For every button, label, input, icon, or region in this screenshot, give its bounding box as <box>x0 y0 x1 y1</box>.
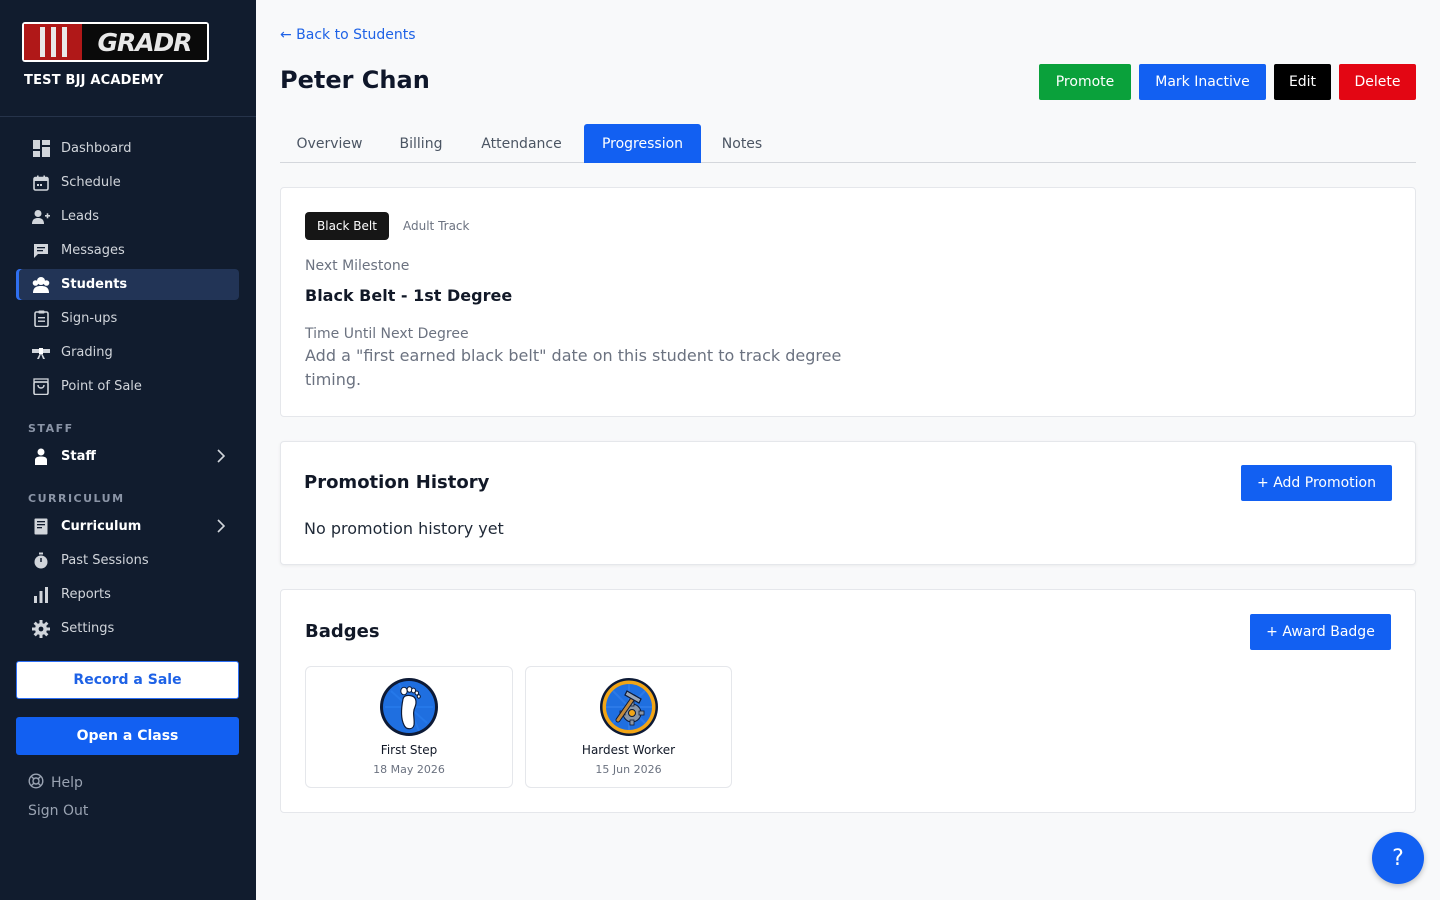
sidebar-item-schedule[interactable]: Schedule <box>16 167 239 198</box>
badge-name: Hardest Worker <box>581 743 676 757</box>
badge-date: 18 May 2026 <box>373 763 445 776</box>
calendar-icon <box>32 174 50 192</box>
badge-card[interactable]: First Step 18 May 2026 <box>305 666 513 788</box>
tab-overview[interactable]: Overview <box>280 124 379 163</box>
sidebar-item-label: Students <box>61 277 128 292</box>
track-label: Adult Track <box>403 219 470 233</box>
promotion-history-title: Promotion History <box>304 472 490 493</box>
tab-notes[interactable]: Notes <box>706 124 778 163</box>
gear-icon <box>32 619 50 638</box>
help-link[interactable]: Help <box>28 773 83 793</box>
sidebar-item-sign-ups[interactable]: Sign-ups <box>16 303 239 334</box>
sidebar-item-label: Schedule <box>61 175 121 190</box>
help-icon <box>28 773 44 793</box>
sidebar-item-label: Point of Sale <box>61 379 142 394</box>
promotion-history-card: Promotion History + Add Promotion No pro… <box>280 441 1416 565</box>
footprint-icon <box>379 677 439 737</box>
sidebar-item-label: Sign-ups <box>61 311 118 326</box>
sidebar-item-label: Reports <box>61 587 111 602</box>
tab-attendance[interactable]: Attendance <box>464 124 579 163</box>
sidebar-item-past-sessions[interactable]: Past Sessions <box>16 545 239 576</box>
message-icon <box>32 242 50 260</box>
badge-card[interactable]: Hardest Worker 15 Jun 2026 <box>525 666 732 788</box>
sidebar-item-label: Staff <box>61 449 96 464</box>
time-until-label: Time Until Next Degree <box>305 326 469 342</box>
mark-inactive-button[interactable]: Mark Inactive <box>1139 64 1266 100</box>
sidebar-item-label: Messages <box>61 243 125 258</box>
sidebar-item-reports[interactable]: Reports <box>16 579 239 610</box>
tab-billing[interactable]: Billing <box>383 124 459 163</box>
belt-icon <box>32 344 50 362</box>
sidebar-item-leads[interactable]: Leads <box>16 201 239 232</box>
logo-text: GRADR <box>97 27 192 57</box>
clipboard-icon <box>32 310 50 328</box>
open-class-button[interactable]: Open a Class <box>16 717 239 755</box>
sidebar-item-dashboard[interactable]: Dashboard <box>16 133 239 164</box>
sidebar-item-settings[interactable]: Settings <box>16 613 239 644</box>
sidebar-item-grading[interactable]: Grading <box>16 337 239 368</box>
time-until-message: Add a "first earned black belt" date on … <box>305 346 842 389</box>
book-icon <box>32 518 50 536</box>
sidebar-item-staff[interactable]: Staff <box>16 441 239 472</box>
sidebar-item-point-of-sale[interactable]: Point of Sale <box>16 371 239 402</box>
sign-out-link[interactable]: Sign Out <box>28 803 88 819</box>
sidebar-item-label: Leads <box>61 209 100 224</box>
staff-section-label: STAFF <box>28 422 74 435</box>
stopwatch-icon <box>32 552 50 570</box>
badges-card: Badges + Award Badge First Step 18 May 2… <box>280 589 1416 813</box>
record-sale-button[interactable]: Record a Sale <box>16 661 239 699</box>
sidebar-item-label: Curriculum <box>61 519 142 534</box>
next-milestone-value: Black Belt - 1st Degree <box>305 286 513 305</box>
gradr-logo[interactable]: GRADR <box>22 22 209 62</box>
sidebar-item-messages[interactable]: Messages <box>16 235 239 266</box>
tab-bar: Overview Billing Attendance Progression … <box>280 124 1416 163</box>
chevron-right-icon <box>217 449 226 467</box>
logo-flag-icon <box>24 24 82 60</box>
next-milestone-label: Next Milestone <box>305 258 410 274</box>
bar-chart-icon <box>32 586 50 604</box>
award-badge-button[interactable]: + Award Badge <box>1250 614 1391 650</box>
sidebar-item-label: Past Sessions <box>61 553 149 568</box>
sidebar-item-students[interactable]: Students <box>16 269 239 300</box>
badge-name: First Step <box>380 743 438 757</box>
curriculum-section-label: CURRICULUM <box>28 492 125 505</box>
shopping-bag-icon <box>32 378 50 396</box>
empty-state-text: No promotion history yet <box>304 519 504 538</box>
sidebar-item-label: Settings <box>61 621 115 636</box>
add-user-icon <box>32 208 50 226</box>
edit-button[interactable]: Edit <box>1274 64 1331 100</box>
belt-rank-badge: Black Belt <box>305 212 389 240</box>
sidebar-item-label: Grading <box>61 345 113 360</box>
help-chat-button[interactable]: ? <box>1372 832 1424 884</box>
students-icon <box>32 276 50 294</box>
help-label: Help <box>51 775 83 791</box>
hammer-gear-icon <box>599 677 659 737</box>
delete-button[interactable]: Delete <box>1339 64 1416 100</box>
badge-date: 15 Jun 2026 <box>595 763 662 776</box>
sidebar-item-label: Dashboard <box>61 141 132 156</box>
progression-card: Black Belt Adult Track Next Milestone Bl… <box>280 187 1416 417</box>
page-title: Peter Chan <box>280 66 430 94</box>
tab-progression[interactable]: Progression <box>584 124 701 163</box>
badges-title: Badges <box>305 621 380 642</box>
chevron-right-icon <box>217 519 226 537</box>
dashboard-icon <box>32 140 50 158</box>
academy-name: TEST BJJ ACADEMY <box>24 73 164 88</box>
sidebar: GRADR TEST BJJ ACADEMY Dashboard Schedul… <box>0 0 256 900</box>
person-icon <box>32 448 50 466</box>
back-to-students-link[interactable]: ← Back to Students <box>280 27 416 43</box>
add-promotion-button[interactable]: + Add Promotion <box>1241 465 1392 501</box>
sidebar-divider <box>0 116 256 117</box>
sidebar-item-curriculum[interactable]: Curriculum <box>16 511 239 542</box>
promote-button[interactable]: Promote <box>1039 64 1131 100</box>
